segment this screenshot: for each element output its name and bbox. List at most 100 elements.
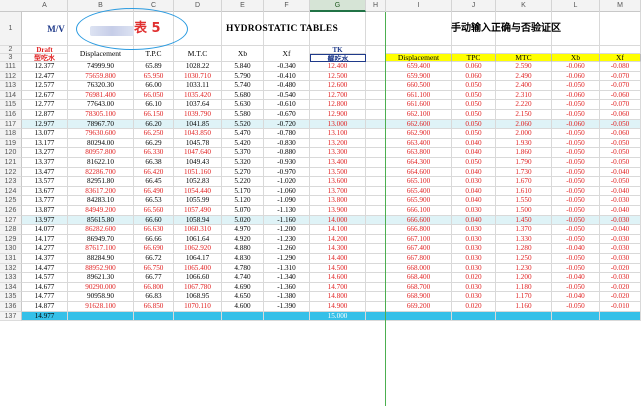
xb-cell[interactable]: 5.630 [222,100,264,110]
verify-displacement-cell[interactable]: 667.400 [386,244,452,254]
verify-tpc-cell[interactable]: 0.040 [452,196,496,206]
verify-xb-cell[interactable]: -0.050 [552,167,600,178]
verify-displacement-cell[interactable]: 660.500 [386,81,452,91]
verify-mtc-cell[interactable]: 2.060 [496,119,552,130]
verify-displacement-cell[interactable]: 664.300 [386,158,452,168]
tpc-cell[interactable]: 66.83 [134,292,174,302]
verify-mtc-cell[interactable]: 1.790 [496,158,552,168]
xb-cell[interactable]: 4.740 [222,273,264,283]
blank-cell[interactable] [366,148,386,158]
verify-tpc-cell[interactable]: 0.030 [452,206,496,216]
verify-displacement-cell[interactable]: 667.800 [386,254,452,264]
blank-cell[interactable] [452,46,496,54]
displacement-cell[interactable]: 82951.80 [68,177,134,187]
verify-displacement-cell[interactable]: 666.600 [386,215,452,226]
row1-cell[interactable] [366,12,386,46]
xb-cell[interactable]: 5.470 [222,129,264,139]
verify-mtc-cell[interactable]: 1.230 [496,263,552,274]
verify-displacement-cell[interactable]: 659.400 [386,62,452,72]
verify-xf-cell[interactable]: -0.040 [600,186,641,197]
verify-mtc-cell[interactable]: 2.590 [496,62,552,72]
tk-cell[interactable]: 12.500 [310,71,366,82]
verify-xb-cell[interactable] [552,311,600,322]
verify-xf-cell[interactable] [600,311,641,322]
xf-cell[interactable]: -1.090 [264,196,310,206]
verify-displacement-header[interactable]: Displacement [386,54,452,62]
verify-displacement-cell[interactable]: 665.900 [386,196,452,206]
displacement-cell[interactable]: 80294.00 [68,138,134,149]
displacement-cell[interactable]: 87617.100 [68,244,134,254]
blank-cell[interactable] [366,206,386,216]
xb-cell[interactable]: 4.920 [222,234,264,245]
xf-cell[interactable]: -1.380 [264,292,310,302]
tpc-cell[interactable]: 66.050 [134,90,174,101]
verify-tpc-cell[interactable]: 0.050 [452,129,496,139]
tk-cell[interactable]: 14.000 [310,215,366,226]
column-header-j[interactable]: J [452,0,496,12]
xf-cell[interactable]: -1.200 [264,225,310,235]
verify-mtc-cell[interactable]: 1.860 [496,148,552,158]
verify-tpc-cell[interactable] [452,311,496,322]
tk-cell[interactable]: 13.100 [310,129,366,139]
xb-cell[interactable]: 5.070 [222,206,264,216]
verify-xf-cell[interactable]: -0.030 [600,234,641,245]
displacement-cell[interactable]: 75659.800 [68,71,134,82]
row-header-116[interactable]: 116 [0,110,22,120]
tpc-cell[interactable]: 66.38 [134,158,174,168]
displacement-cell[interactable]: 76320.30 [68,81,134,91]
xf-cell[interactable]: -0.540 [264,90,310,101]
xb-cell[interactable]: 5.020 [222,215,264,226]
mtc-cell[interactable]: 1055.99 [174,196,222,206]
draft-cell[interactable]: 12.377 [22,62,68,72]
mtc-cell[interactable]: 1043.850 [174,129,222,139]
verify-displacement-cell[interactable]: 664.600 [386,167,452,178]
blank-cell[interactable] [552,46,600,54]
tpc-cell[interactable]: 66.00 [134,81,174,91]
mtc-cell[interactable]: 1030.710 [174,71,222,82]
draft-cell[interactable]: 14.077 [22,225,68,235]
displacement-cell[interactable]: 74999.90 [68,62,134,72]
xf-cell[interactable]: -0.970 [264,167,310,178]
verify-xf-cell[interactable]: -0.060 [600,110,641,120]
draft-cell[interactable]: 14.377 [22,254,68,264]
verify-tpc-cell[interactable]: 0.060 [452,62,496,72]
tk-cell[interactable]: 13.000 [310,119,366,130]
tk-cell[interactable]: 14.100 [310,225,366,235]
row-header-134[interactable]: 134 [0,282,22,293]
row-header-117[interactable]: 117 [0,119,22,130]
blank-cell[interactable] [386,46,452,54]
draft-cell[interactable]: 13.177 [22,138,68,149]
mtc-cell[interactable]: 1061.64 [174,234,222,245]
mtc-cell[interactable]: 1060.310 [174,225,222,235]
row-header-132[interactable]: 132 [0,263,22,274]
displacement-cell[interactable]: 78305.100 [68,110,134,120]
tk-cell[interactable]: 12.600 [310,81,366,91]
xf-cell[interactable]: -1.230 [264,234,310,245]
blank-cell[interactable] [366,110,386,120]
draft-cell[interactable]: 12.477 [22,71,68,82]
xf-cell[interactable]: -1.020 [264,177,310,187]
verify-xf-cell[interactable]: -0.020 [600,282,641,293]
tpc-cell[interactable]: 66.330 [134,148,174,158]
tpc-cell[interactable]: 66.850 [134,302,174,312]
mtc-cell[interactable]: 1037.64 [174,100,222,110]
xf-cell[interactable]: -0.880 [264,148,310,158]
draft-cell[interactable]: 13.077 [22,129,68,139]
verify-displacement-cell[interactable]: 661.600 [386,100,452,110]
tk-cell[interactable]: 13.300 [310,148,366,158]
verify-xb-cell[interactable]: -0.050 [552,81,600,91]
verify-displacement-cell[interactable]: 668.900 [386,292,452,302]
verify-xb-cell[interactable]: -0.050 [552,110,600,120]
xb-cell[interactable]: 5.170 [222,186,264,197]
row-header-131[interactable]: 131 [0,254,22,264]
displacement-cell[interactable]: 84949.200 [68,206,134,216]
verify-tpc-cell[interactable]: 0.030 [452,254,496,264]
xb-cell[interactable] [222,311,264,322]
tk-cell[interactable]: 12.400 [310,62,366,72]
draft-cell[interactable]: 14.777 [22,292,68,302]
verify-tpc-cell[interactable]: 0.030 [452,225,496,235]
tk-cell[interactable]: 14.300 [310,244,366,254]
column-header-g[interactable]: G [310,0,366,12]
column-header-e[interactable]: E [222,0,264,12]
tk-cell[interactable]: 14.500 [310,263,366,274]
